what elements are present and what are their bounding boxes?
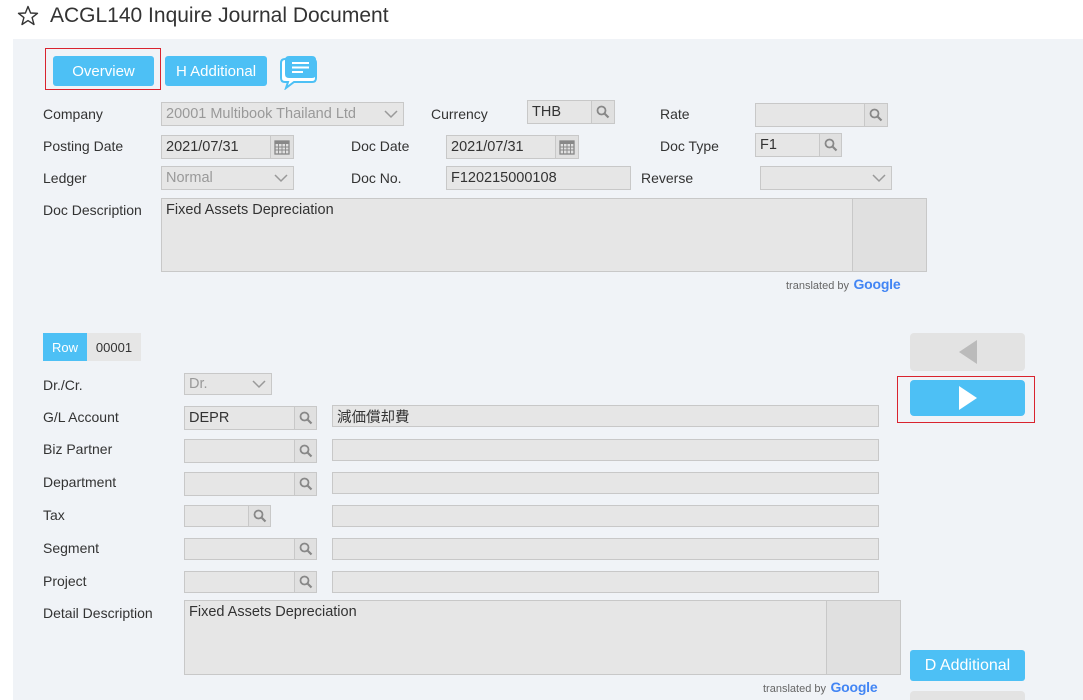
- doc-type-field[interactable]: F1: [755, 133, 820, 157]
- prev-row-button[interactable]: [910, 333, 1025, 371]
- reverse-label: Reverse: [641, 170, 694, 186]
- overview-button[interactable]: Overview: [53, 56, 154, 86]
- posting-date-label: Posting Date: [43, 138, 124, 154]
- project-label: Project: [43, 573, 87, 589]
- star-icon[interactable]: [16, 4, 40, 28]
- detail-description-label: Detail Description: [43, 605, 153, 621]
- next-row-button[interactable]: [910, 380, 1025, 416]
- tax-code-field[interactable]: [184, 505, 249, 527]
- doc-type-search-button[interactable]: [819, 133, 842, 157]
- project-name-field: [332, 571, 879, 593]
- triangle-right-icon: [958, 386, 977, 410]
- row-label: Row: [43, 333, 87, 361]
- search-icon: [299, 575, 312, 589]
- drcr-value: Dr.: [189, 376, 208, 392]
- calendar-icon: [274, 139, 290, 155]
- gl-account-name-field: 減価償却費: [332, 405, 879, 427]
- gl-account-code-field[interactable]: DEPR: [184, 406, 295, 430]
- currency-label: Currency: [431, 106, 488, 122]
- segment-name-field: [332, 538, 879, 560]
- department-search-button[interactable]: [294, 472, 317, 496]
- rate-search-button[interactable]: [864, 103, 888, 127]
- ledger-value: Normal: [166, 170, 213, 186]
- search-icon: [596, 105, 610, 119]
- project-search-button[interactable]: [294, 571, 317, 593]
- chevron-down-icon: [872, 174, 886, 183]
- search-icon: [299, 411, 312, 425]
- search-icon: [299, 542, 312, 556]
- detail-description-field[interactable]: Fixed Assets Depreciation: [184, 600, 827, 675]
- drcr-label: Dr./Cr.: [43, 377, 83, 393]
- d-additional-button[interactable]: D Additional: [910, 650, 1025, 681]
- posting-date-field[interactable]: 2021/07/31: [161, 135, 271, 159]
- page-title: ACGL140 Inquire Journal Document: [50, 4, 389, 27]
- doc-date-label: Doc Date: [351, 138, 410, 154]
- company-label: Company: [43, 106, 103, 122]
- department-label: Department: [43, 474, 117, 490]
- biz-partner-label: Biz Partner: [43, 441, 113, 457]
- chevron-down-icon: [274, 174, 288, 183]
- google-logo: Google: [853, 276, 901, 292]
- doc-description-translate-button[interactable]: [852, 198, 927, 272]
- search-icon: [299, 477, 312, 491]
- department-name-field: [332, 472, 879, 494]
- translated-by-label: translated by: [786, 280, 849, 292]
- triangle-left-icon: [958, 340, 977, 364]
- doc-no-label: Doc No.: [351, 170, 402, 186]
- ledger-select[interactable]: Normal: [161, 166, 294, 190]
- currency-field[interactable]: THB: [527, 100, 592, 124]
- department-code-field[interactable]: [184, 472, 295, 496]
- doc-date-calendar-button[interactable]: [555, 135, 579, 159]
- tax-search-button[interactable]: [248, 505, 271, 527]
- biz-partner-code-field[interactable]: [184, 439, 295, 463]
- search-icon: [869, 108, 883, 122]
- doc-description-label: Doc Description: [43, 202, 142, 218]
- segment-search-button[interactable]: [294, 538, 317, 560]
- doc-no-field[interactable]: F120215000108: [446, 166, 631, 190]
- detail-translated-by-label: translated by: [763, 683, 826, 695]
- h-additional-button[interactable]: H Additional: [165, 56, 267, 86]
- search-icon: [824, 138, 837, 152]
- gl-account-search-button[interactable]: [294, 406, 317, 430]
- detail-google-logo: Google: [830, 679, 878, 695]
- drcr-select[interactable]: Dr.: [184, 373, 272, 395]
- row-number: 00001: [87, 333, 141, 361]
- reverse-select[interactable]: [760, 166, 892, 190]
- project-code-field[interactable]: [184, 571, 295, 593]
- biz-partner-name-field: [332, 439, 879, 461]
- chat-icon[interactable]: [276, 54, 318, 90]
- ledger-label: Ledger: [43, 170, 87, 186]
- tax-name-field: [332, 505, 879, 527]
- posting-date-calendar-button[interactable]: [270, 135, 294, 159]
- calendar-icon: [559, 139, 575, 155]
- gl-account-label: G/L Account: [43, 409, 119, 425]
- doc-type-label: Doc Type: [660, 138, 719, 154]
- company-select[interactable]: 20001 Multibook Thailand Ltd: [161, 102, 404, 126]
- partial-button-below[interactable]: [910, 691, 1025, 700]
- chevron-down-icon: [252, 380, 266, 389]
- biz-partner-search-button[interactable]: [294, 439, 317, 463]
- detail-translated-by-google: translated by Google: [763, 679, 878, 697]
- segment-code-field[interactable]: [184, 538, 295, 560]
- rate-field[interactable]: [755, 103, 865, 127]
- doc-date-field[interactable]: 2021/07/31: [446, 135, 556, 159]
- rate-label: Rate: [660, 106, 690, 122]
- detail-description-translate-button[interactable]: [826, 600, 901, 675]
- segment-label: Segment: [43, 540, 100, 556]
- company-value: 20001 Multibook Thailand Ltd: [166, 106, 356, 122]
- translated-by-google: translated by Google: [786, 276, 901, 294]
- currency-search-button[interactable]: [591, 100, 615, 124]
- doc-description-field[interactable]: Fixed Assets Depreciation: [161, 198, 853, 272]
- search-icon: [299, 444, 312, 458]
- search-icon: [253, 509, 266, 523]
- chevron-down-icon: [384, 110, 398, 119]
- tax-label: Tax: [43, 507, 65, 523]
